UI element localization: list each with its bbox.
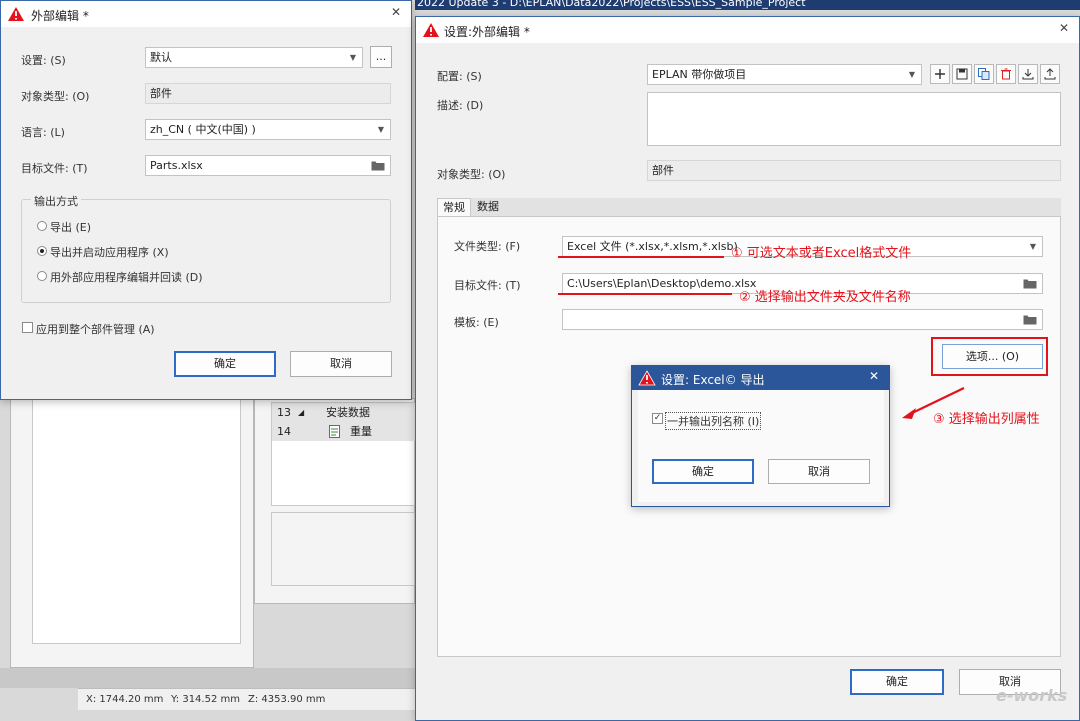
chevron-down-icon: ▼ xyxy=(377,125,384,134)
tree-row[interactable]: 13 ◢ 安装数据 xyxy=(272,403,416,422)
language-label: 语言: (L) xyxy=(21,126,65,139)
output-mode-label: 输出方式 xyxy=(31,193,81,209)
options-highlight-box xyxy=(931,337,1048,376)
import-config-button[interactable] xyxy=(1018,64,1038,84)
annotation-underline-2 xyxy=(558,293,732,295)
dialog-title: 设置:外部编辑 * xyxy=(444,25,530,39)
property-tree: 13 ◢ 安装数据 14 重量 xyxy=(271,402,416,506)
annotation-3: ③ 选择输出列属性 xyxy=(933,412,1040,427)
chevron-down-icon: ▼ xyxy=(349,53,356,62)
chevron-down-icon: ▼ xyxy=(1029,242,1036,251)
settings-more-button[interactable]: ... xyxy=(370,46,392,68)
save-config-button[interactable] xyxy=(952,64,972,84)
tab-data[interactable]: 数据 xyxy=(472,198,504,216)
dialog-titlebar: 设置:外部编辑 * ✕ xyxy=(416,17,1079,43)
ok-button[interactable]: 确定 xyxy=(850,669,944,695)
tab-general[interactable]: 常规 xyxy=(437,198,471,216)
delete-config-button[interactable] xyxy=(996,64,1016,84)
description-textarea[interactable] xyxy=(647,92,1061,146)
dialog-titlebar: 外部编辑 * ✕ xyxy=(1,1,411,27)
annotation-2: ② 选择输出文件夹及文件名称 xyxy=(739,290,911,305)
external-edit-dialog: 外部编辑 * ✕ 设置: (S) 默认 ▼ ... 对象类型: (O) 部件 语言… xyxy=(0,0,412,400)
chevron-down-icon: ▼ xyxy=(908,70,915,79)
radio-edit-readback[interactable] xyxy=(37,271,47,281)
folder-icon[interactable] xyxy=(1023,314,1037,325)
object-type-label: 对象类型: (O) xyxy=(437,168,506,181)
language-select[interactable]: zh_CN ( 中文(中国) ) ▼ xyxy=(145,119,391,140)
annotation-1: ① 可选文本或者Excel格式文件 xyxy=(731,246,912,261)
radio-export[interactable] xyxy=(37,221,47,231)
radio-export-label[interactable]: 导出 (E) xyxy=(50,219,91,235)
dialog-title: 外部编辑 * xyxy=(31,9,89,23)
annotation-underline-1 xyxy=(558,256,724,258)
preview-panel xyxy=(271,512,415,586)
object-type-label: 对象类型: (O) xyxy=(21,90,90,103)
scroll-area xyxy=(0,668,415,688)
radio-export-launch[interactable] xyxy=(37,246,47,256)
warning-icon xyxy=(638,370,656,386)
copy-icon xyxy=(978,68,990,80)
add-config-button[interactable] xyxy=(930,64,950,84)
radio-edit-readback-label[interactable]: 用外部应用程序编辑并回读 (D) xyxy=(50,269,203,285)
plus-icon xyxy=(935,69,945,79)
close-icon[interactable]: ✕ xyxy=(869,369,879,383)
settings-select[interactable]: 默认 ▼ xyxy=(145,47,363,68)
main-window-title: 2022 Update 3 - D:\EPLAN\Data2022\Projec… xyxy=(417,0,806,9)
apply-all-checkbox[interactable] xyxy=(22,322,33,333)
watermark-logo: e-works xyxy=(996,686,1068,705)
ok-button[interactable]: 确定 xyxy=(652,459,754,484)
left-panel-content xyxy=(32,398,241,644)
template-label: 模板: (E) xyxy=(454,316,499,329)
export-icon xyxy=(1044,68,1056,80)
cancel-button[interactable]: 取消 xyxy=(290,351,392,377)
status-z: Z: 4353.90 mm xyxy=(248,694,326,705)
file-type-label: 文件类型: (F) xyxy=(454,240,521,253)
main-window-titlebar: 2022 Update 3 - D:\EPLAN\Data2022\Projec… xyxy=(415,0,1080,10)
close-icon[interactable]: ✕ xyxy=(391,5,401,19)
config-label: 配置: (S) xyxy=(437,70,482,83)
settings-label: 设置: (S) xyxy=(21,54,66,67)
column-names-label[interactable]: 一并输出列名称 (I) xyxy=(665,412,762,430)
import-icon xyxy=(1022,69,1034,80)
status-x: X: 1744.20 mm xyxy=(86,694,164,705)
collapse-icon[interactable]: ◢ xyxy=(298,403,304,422)
apply-all-label[interactable]: 应用到整个部件管理 (A) xyxy=(36,321,155,337)
tree-row[interactable]: 14 重量 xyxy=(272,422,416,441)
ok-button[interactable]: 确定 xyxy=(174,351,276,377)
delete-icon xyxy=(1001,68,1011,80)
target-file-label: 目标文件: (T) xyxy=(454,279,521,292)
folder-icon[interactable] xyxy=(1023,278,1037,289)
column-names-checkbox[interactable]: ✓ xyxy=(652,413,663,424)
object-type-value: 部件 xyxy=(647,160,1061,181)
object-type-value: 部件 xyxy=(145,83,391,104)
radio-export-launch-label[interactable]: 导出并启动应用程序 (X) xyxy=(50,244,169,260)
description-label: 描述: (D) xyxy=(437,99,484,112)
folder-icon[interactable] xyxy=(371,160,385,171)
target-file-input[interactable]: Parts.xlsx xyxy=(145,155,391,176)
dialog-title: 设置: Excel© 导出 xyxy=(661,373,765,387)
close-icon[interactable]: ✕ xyxy=(1059,21,1069,35)
cancel-button[interactable]: 取消 xyxy=(768,459,870,484)
target-file-label: 目标文件: (T) xyxy=(21,162,88,175)
status-y: Y: 314.52 mm xyxy=(171,694,240,705)
tab-strip xyxy=(437,198,1061,216)
copy-config-button[interactable] xyxy=(974,64,994,84)
excel-dialog-body xyxy=(638,390,884,502)
warning-icon xyxy=(423,23,439,37)
dialog-titlebar: 设置: Excel© 导出 ✕ xyxy=(632,366,889,390)
save-icon xyxy=(956,68,968,80)
config-select[interactable]: EPLAN 带你做项目 ▼ xyxy=(647,64,922,85)
status-bar: X: 1744.20 mm Y: 314.52 mm Z: 4353.90 mm xyxy=(78,688,415,710)
excel-export-dialog: 设置: Excel© 导出 ✕ ✓ 一并输出列名称 (I) 确定 取消 xyxy=(631,365,890,507)
warning-icon xyxy=(8,7,24,21)
document-icon xyxy=(329,425,340,438)
export-config-button[interactable] xyxy=(1040,64,1060,84)
template-input[interactable] xyxy=(562,309,1043,330)
